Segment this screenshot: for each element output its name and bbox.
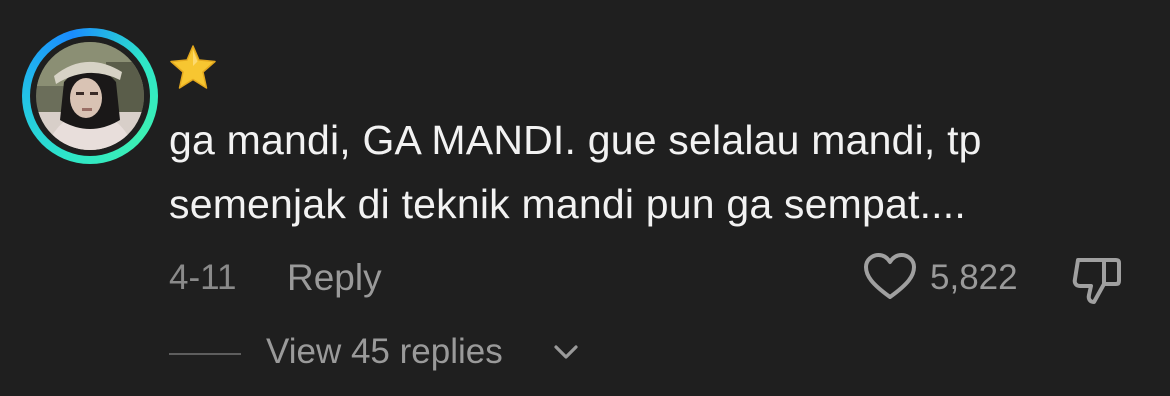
view-replies-row: View 45 replies: [0, 326, 1170, 382]
avatar-story-ring[interactable]: [22, 28, 158, 164]
like-count: 5,822: [930, 258, 1018, 297]
comment-actions: 4-11 Reply 5,822: [0, 248, 1170, 308]
heart-icon[interactable]: [862, 252, 918, 302]
comment-date: 4-11: [169, 258, 237, 297]
avatar[interactable]: [36, 42, 144, 150]
view-replies-button[interactable]: View 45 replies: [266, 332, 503, 372]
thumbs-down-icon[interactable]: [1070, 252, 1124, 306]
reply-button[interactable]: Reply: [287, 257, 382, 299]
comment-text: ga mandi, GA MANDI. gue selalau mandi, t…: [169, 108, 1129, 236]
avatar-image: [36, 42, 144, 150]
star-icon: [170, 45, 216, 89]
chevron-down-icon[interactable]: [552, 342, 580, 362]
replies-divider: [169, 353, 241, 355]
comment-item: ga mandi, GA MANDI. gue selalau mandi, t…: [0, 0, 1170, 396]
comment-text-line-2: semenjak di teknik mandi pun ga sempat..…: [169, 181, 966, 227]
comment-text-line-1: ga mandi, GA MANDI. gue selalau mandi, t…: [169, 117, 982, 163]
